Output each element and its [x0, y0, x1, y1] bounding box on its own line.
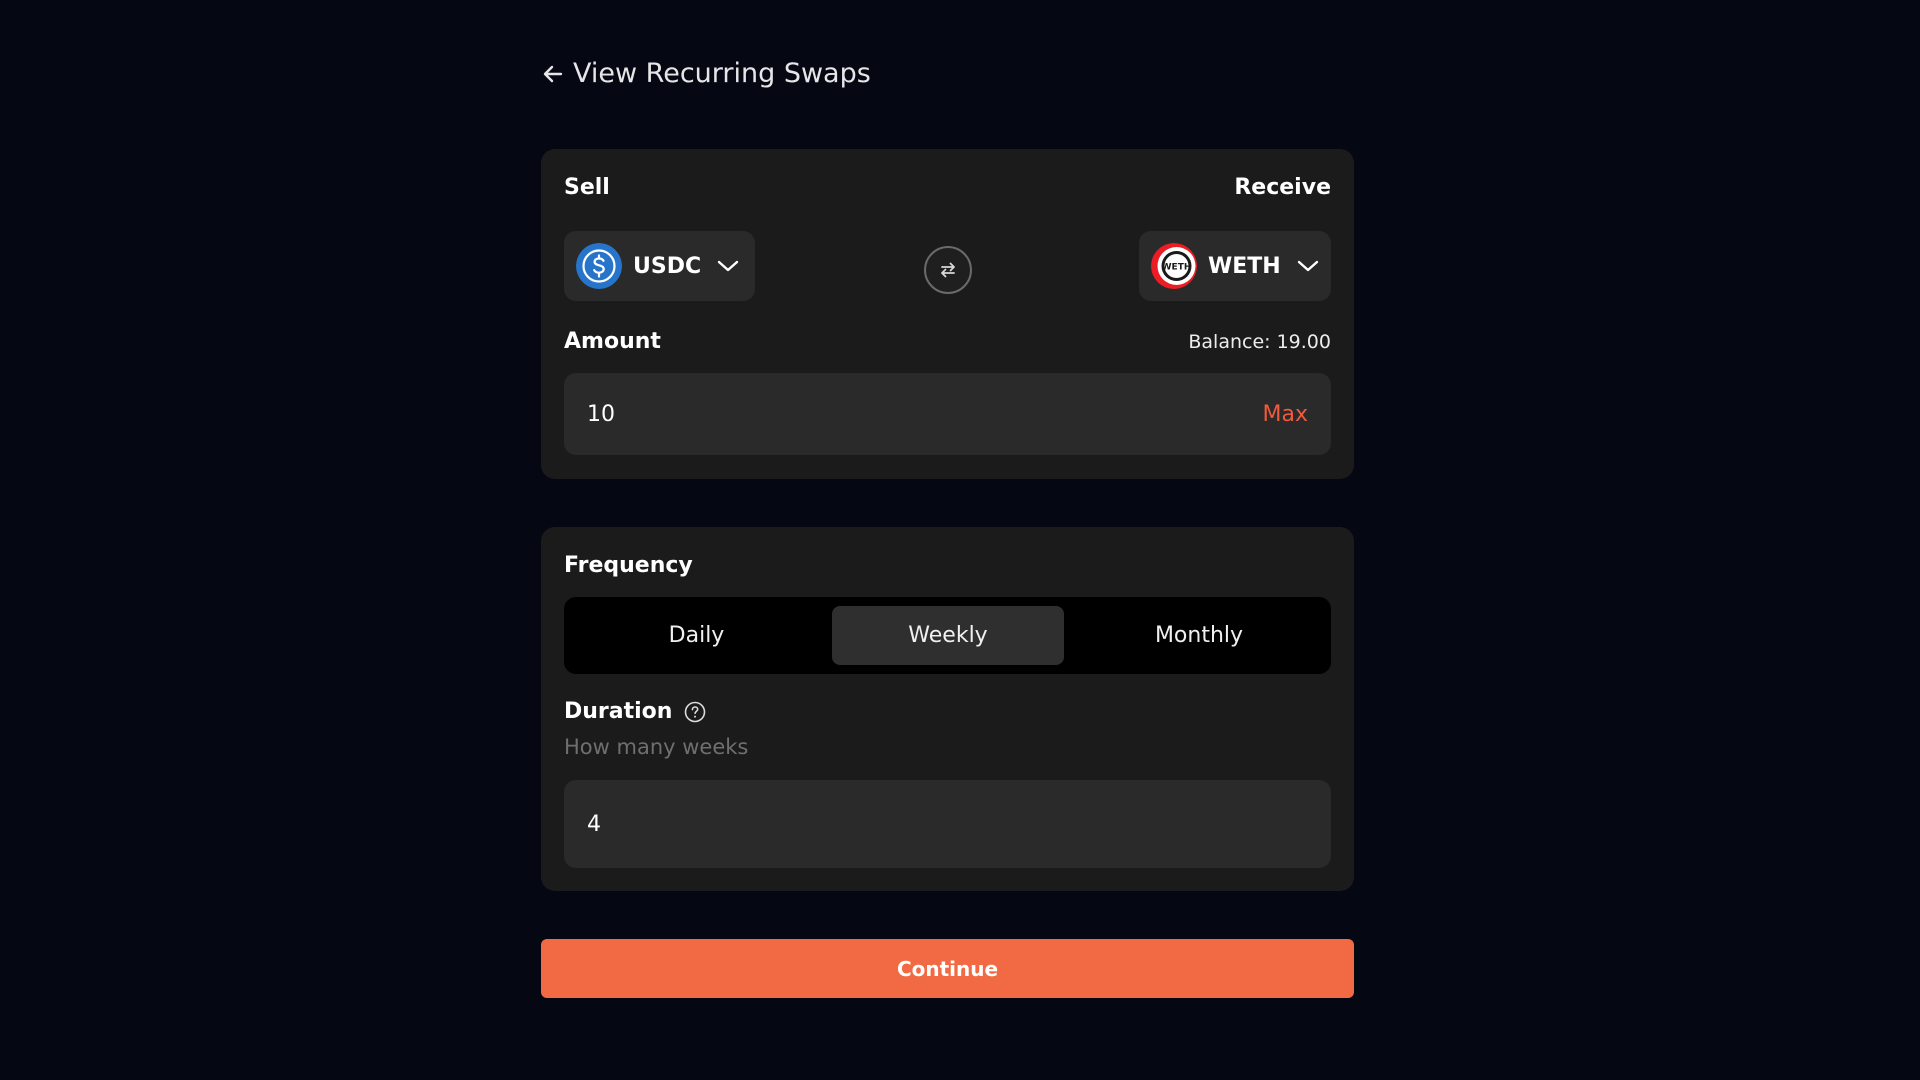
duration-input[interactable] [587, 811, 1187, 837]
duration-label-row: Duration [564, 699, 706, 724]
frequency-option-monthly[interactable]: Monthly [1076, 606, 1322, 665]
sell-token-symbol: USDC [633, 253, 702, 279]
sell-label: Sell [564, 175, 610, 200]
amount-field[interactable]: Max [564, 373, 1331, 455]
swap-arrows-icon [941, 262, 955, 278]
amount-input[interactable] [587, 401, 1187, 427]
usdc-icon [576, 243, 622, 289]
receive-token-selector[interactable]: WETH WETH [1139, 231, 1331, 301]
frequency-selector: Daily Weekly Monthly [564, 597, 1331, 674]
duration-field[interactable] [564, 780, 1331, 868]
chevron-down-icon [1297, 260, 1318, 272]
schedule-card: Frequency Daily Weekly Monthly Duration … [541, 527, 1354, 891]
chevron-down-icon [717, 260, 739, 272]
frequency-label: Frequency [564, 553, 693, 578]
receive-token-symbol: WETH [1208, 253, 1281, 279]
weth-icon: WETH [1151, 243, 1197, 289]
max-button[interactable]: Max [1263, 402, 1308, 427]
svg-text:WETH: WETH [1162, 263, 1192, 273]
duration-label: Duration [564, 699, 673, 724]
duration-hint: How many weeks [564, 735, 749, 759]
back-to-recurring-swaps-link[interactable]: View Recurring Swaps [541, 58, 871, 89]
amount-label: Amount [564, 329, 661, 354]
back-link-label: View Recurring Swaps [573, 58, 871, 89]
recurring-swap-page: View Recurring Swaps Sell Receive USDC W… [0, 0, 1920, 1080]
arrow-left-icon [543, 65, 563, 82]
help-circle-icon[interactable] [684, 701, 706, 723]
continue-button[interactable]: Continue [541, 939, 1354, 998]
switch-tokens-button[interactable] [924, 246, 972, 294]
sell-token-selector[interactable]: USDC [564, 231, 755, 301]
swap-card: Sell Receive USDC WETH WETH Amount Balan… [541, 149, 1354, 479]
frequency-option-weekly[interactable]: Weekly [832, 606, 1064, 665]
frequency-option-daily[interactable]: Daily [573, 606, 820, 665]
balance-text: Balance: 19.00 [1188, 331, 1331, 353]
receive-label: Receive [1234, 175, 1331, 200]
